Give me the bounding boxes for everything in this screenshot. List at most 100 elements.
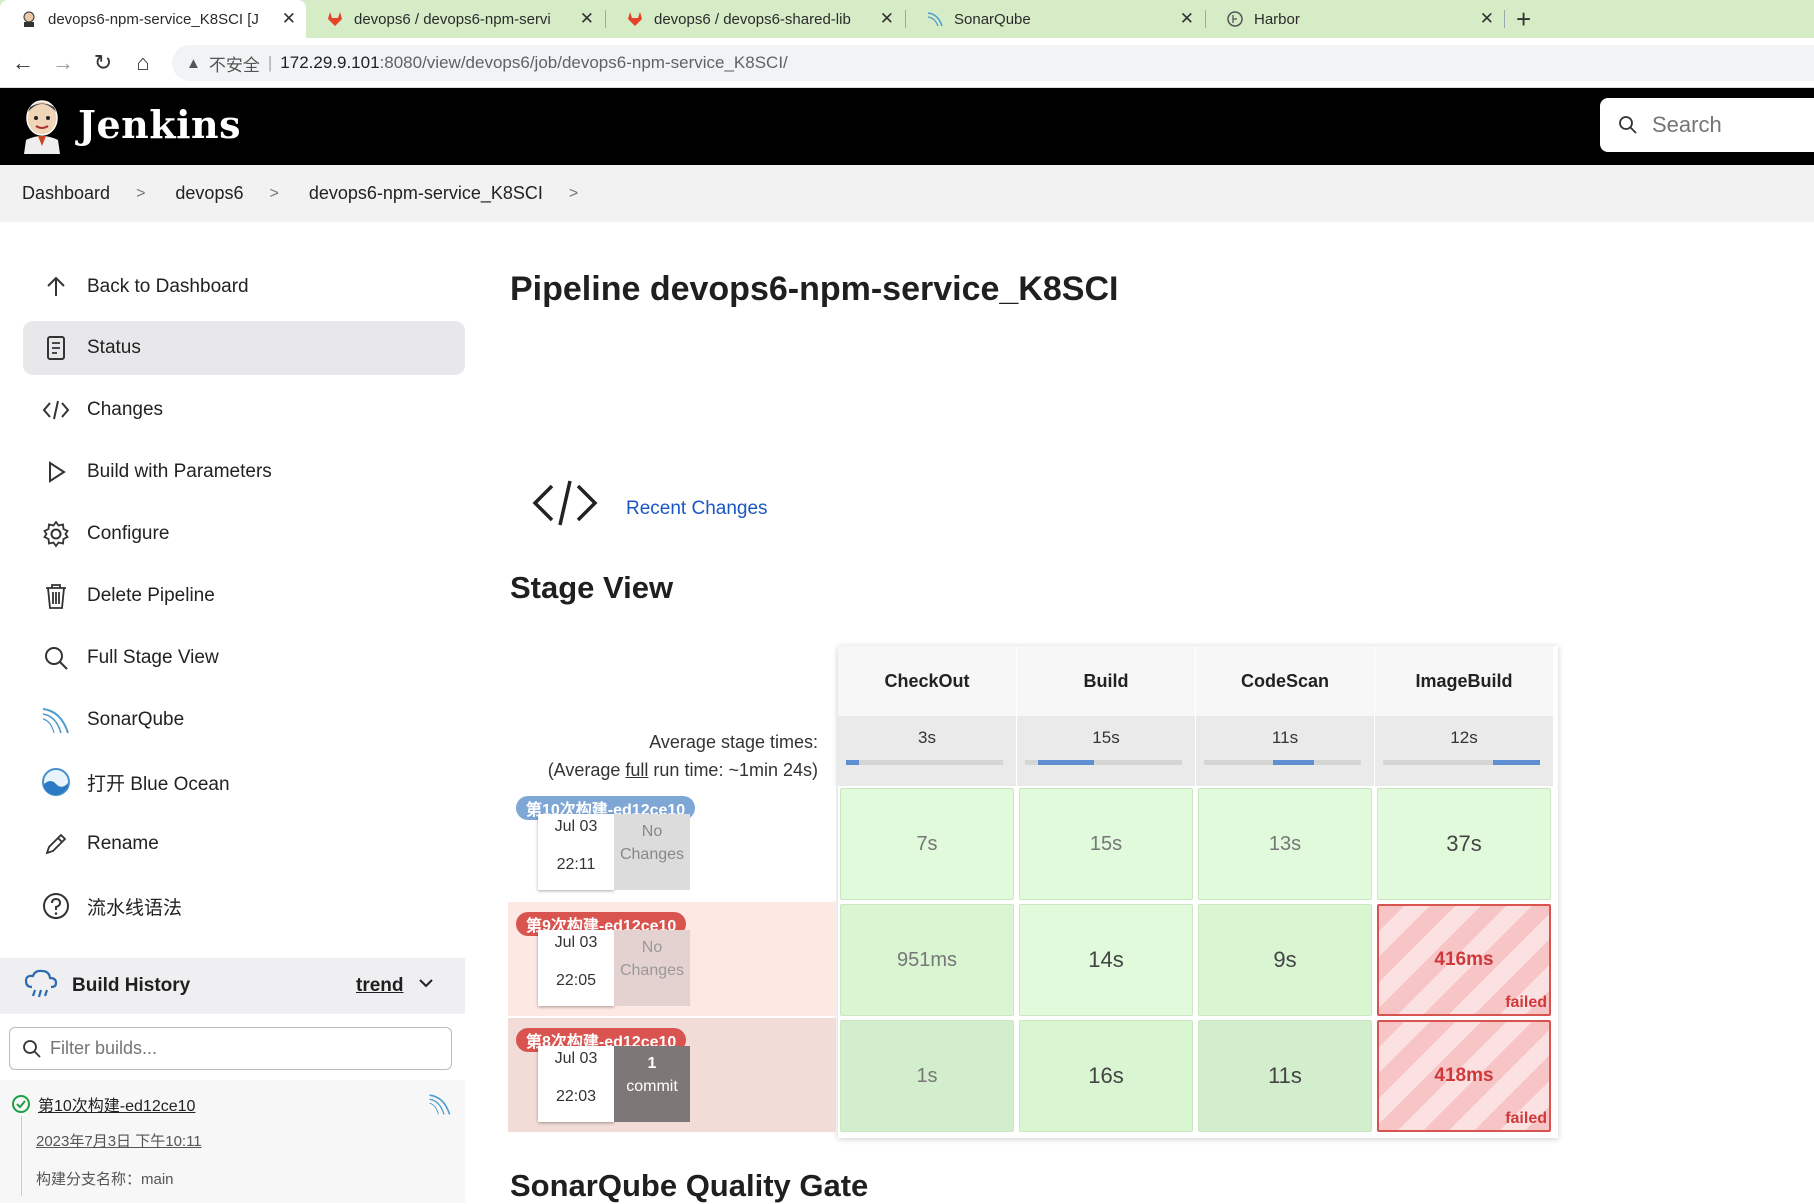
stage-cell[interactable]: 9s: [1198, 904, 1372, 1016]
run-row: 第10次构建-ed12ce10 Jul 03 22:11 No Changes: [508, 786, 836, 900]
recent-changes-link[interactable]: Recent Changes: [626, 498, 768, 520]
avg-bar-fill: [1037, 760, 1095, 765]
search-box[interactable]: [1600, 98, 1814, 152]
sidebar-item-status[interactable]: Status: [23, 321, 465, 375]
browser-tab-harbor[interactable]: Harbor ✕: [1206, 0, 1504, 38]
avg-bar: [846, 760, 1003, 765]
page-title: Pipeline devops6-npm-service_K8SCI: [510, 270, 1119, 308]
sonarqube-quality-gate-title: SonarQube Quality Gate: [510, 1168, 869, 1203]
home-icon[interactable]: ⌂: [128, 48, 158, 78]
sidebar-item-changes[interactable]: Changes: [23, 383, 465, 437]
sonarqube-icon: [41, 705, 71, 735]
changes-box[interactable]: No Changes: [614, 814, 690, 890]
build-history-header: Build History trend: [0, 958, 465, 1014]
stage-cell[interactable]: 7s: [840, 788, 1014, 900]
code-icon: [532, 478, 598, 533]
play-icon: [41, 457, 71, 487]
sidebar-item-configure[interactable]: Configure: [23, 507, 465, 561]
gitlab-icon: [626, 10, 644, 28]
close-icon[interactable]: ✕: [880, 9, 894, 29]
search-icon: [1619, 116, 1637, 134]
build-filter[interactable]: [9, 1027, 452, 1070]
browser-tab-gitlab-shared-lib[interactable]: devops6 / devops6-shared-lib ✕: [606, 0, 904, 38]
search-icon: [41, 643, 71, 673]
sidebar-item-back-to-dashboard[interactable]: Back to Dashboard: [23, 260, 465, 314]
chevron-down-icon[interactable]: [418, 976, 434, 994]
reload-icon[interactable]: ↻: [88, 48, 118, 78]
build-date-box: Jul 03 22:03: [538, 1046, 614, 1122]
build-name-link[interactable]: 第10次构建-ed12ce10: [38, 1092, 195, 1116]
sidebar-item-rename[interactable]: Rename: [23, 817, 465, 871]
trend-link[interactable]: trend: [356, 975, 404, 997]
jenkins-header: Jenkins: [0, 88, 1814, 165]
close-icon[interactable]: ✕: [282, 9, 296, 29]
stage-cell[interactable]: 13s: [1198, 788, 1372, 900]
sidebar-item-full-stage-view[interactable]: Full Stage View: [23, 631, 465, 685]
stage-cell[interactable]: 1s: [840, 1020, 1014, 1132]
gitlab-icon: [326, 10, 344, 28]
warning-triangle-icon: ▲: [186, 54, 201, 72]
gear-icon: [41, 519, 71, 549]
chevron-right-icon[interactable]: >: [569, 185, 578, 203]
jenkins-icon: [20, 10, 38, 28]
close-icon[interactable]: ✕: [1480, 9, 1494, 29]
full-run-link[interactable]: full: [625, 760, 648, 780]
avg-bar-fill: [846, 760, 859, 765]
run-row: 第8次构建-ed12ce10 Jul 03 22:03 1 commit: [508, 1018, 836, 1132]
stage-cell-failed[interactable]: 418ms failed: [1377, 1020, 1551, 1132]
breadcrumb-devops6[interactable]: devops6: [175, 183, 243, 204]
stage-cell[interactable]: 14s: [1019, 904, 1193, 1016]
changes-box[interactable]: No Changes: [614, 930, 690, 1006]
stage-cell[interactable]: 951ms: [840, 904, 1014, 1016]
stage-cell[interactable]: 11s: [1198, 1020, 1372, 1132]
sidebar-item-blue-ocean[interactable]: 打开 Blue Ocean: [23, 755, 465, 809]
sidebar-item-sonarqube[interactable]: SonarQube: [23, 693, 465, 747]
back-arrow-icon[interactable]: ←: [8, 48, 38, 78]
avg-bar: [1383, 760, 1540, 765]
close-icon[interactable]: ✕: [1180, 9, 1194, 29]
stage-header-build: Build: [1017, 646, 1195, 716]
browser-tab-jenkins[interactable]: devops6-npm-service_K8SCI [J ✕: [0, 0, 306, 38]
jenkins-logo-icon[interactable]: [20, 98, 64, 154]
breadcrumb-job[interactable]: devops6-npm-service_K8SCI: [309, 183, 543, 204]
stage-header-imagebuild: ImageBuild: [1375, 646, 1553, 716]
avg-time-checkout: 3s: [838, 716, 1016, 786]
commit-changes-box[interactable]: 1 commit: [614, 1046, 690, 1122]
build-history-entry[interactable]: 第10次构建-ed12ce10 2023年7月3日 下午10:11 构建分支名称…: [0, 1080, 465, 1203]
sonarqube-icon: [926, 10, 944, 28]
breadcrumb: Dashboard > devops6 > devops6-npm-servic…: [0, 165, 1814, 222]
sonarqube-icon[interactable]: [428, 1092, 452, 1121]
avg-time-build: 15s: [1017, 716, 1195, 786]
stage-cell[interactable]: 16s: [1019, 1020, 1193, 1132]
build-date-box: Jul 03 22:11: [538, 814, 614, 890]
average-stage-times-label: Average stage times: (Average full run t…: [547, 732, 818, 780]
failed-label: failed: [1505, 994, 1547, 1011]
stage-cell[interactable]: 37s: [1377, 788, 1551, 900]
build-date-link[interactable]: 2023年7月3日 下午10:11: [36, 1130, 202, 1151]
forward-arrow-icon[interactable]: →: [48, 48, 78, 78]
code-icon: [41, 395, 71, 425]
search-input[interactable]: [1652, 112, 1814, 138]
stage-view-table: CheckOut Build CodeScan ImageBuild 3s 15…: [838, 646, 1558, 1138]
trash-icon: [41, 581, 71, 611]
stage-cell[interactable]: 15s: [1019, 788, 1193, 900]
avg-bar: [1204, 760, 1361, 765]
new-tab-plus-icon[interactable]: +: [1516, 4, 1531, 35]
stage-header-checkout: CheckOut: [838, 646, 1016, 716]
help-icon: [41, 891, 71, 921]
sidebar-item-build-with-parameters[interactable]: Build with Parameters: [23, 445, 465, 499]
sidebar-item-pipeline-syntax[interactable]: 流水线语法: [23, 879, 465, 933]
browser-tab-gitlab-npm[interactable]: devops6 / devops6-npm-servi ✕: [306, 0, 604, 38]
arrow-up-icon: [41, 272, 71, 302]
sidebar-item-delete-pipeline[interactable]: Delete Pipeline: [23, 569, 465, 623]
stage-cell-failed[interactable]: 416ms failed: [1377, 904, 1551, 1016]
close-icon[interactable]: ✕: [580, 9, 594, 29]
jenkins-title[interactable]: Jenkins: [78, 102, 241, 147]
avg-bar: [1025, 760, 1182, 765]
url-input[interactable]: ▲ 不安全 | 172.29.9.101:8080/view/devops6/j…: [172, 45, 1814, 81]
breadcrumb-dashboard[interactable]: Dashboard: [22, 183, 110, 204]
filter-builds-input[interactable]: [50, 1038, 430, 1059]
pencil-icon: [41, 829, 71, 859]
document-icon: [41, 333, 71, 363]
browser-tab-sonarqube[interactable]: SonarQube ✕: [906, 0, 1204, 38]
